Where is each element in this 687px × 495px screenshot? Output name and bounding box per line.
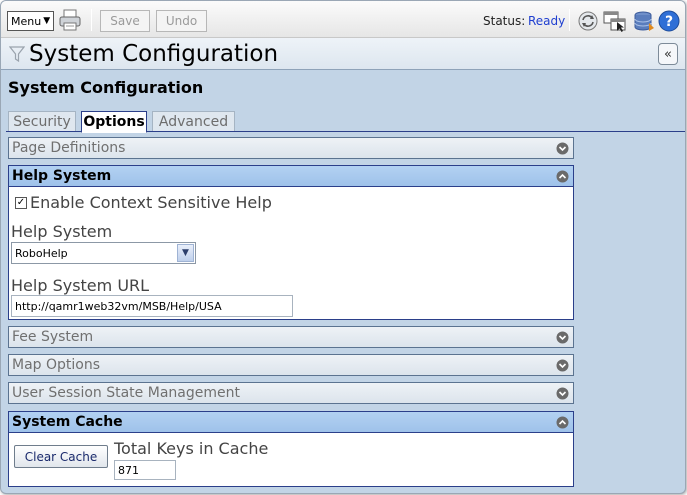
panel-header-label: System Cache bbox=[12, 414, 123, 430]
panel-header-help-system[interactable]: Help System bbox=[8, 165, 574, 187]
panel-header-label: Fee System bbox=[12, 329, 94, 345]
help-url-value: http://qamr1web32vm/MSB/Help/USA bbox=[15, 299, 222, 313]
panel-body-system-cache: Clear Cache Total Keys in Cache 871 bbox=[8, 433, 574, 487]
tab-security[interactable]: Security bbox=[8, 111, 76, 132]
section-title: System Configuration bbox=[8, 78, 204, 97]
help-system-label: Help System bbox=[11, 222, 113, 241]
expand-icon[interactable] bbox=[556, 331, 569, 344]
double-chevron-left-icon: « bbox=[664, 46, 672, 62]
toolbar-separator bbox=[569, 9, 570, 31]
window-pointer-icon[interactable] bbox=[603, 10, 629, 32]
tab-advanced[interactable]: Advanced bbox=[152, 111, 235, 132]
help-system-select-value: RoboHelp bbox=[15, 246, 68, 260]
panel-header-label: Map Options bbox=[12, 357, 101, 373]
page-title: System Configuration bbox=[29, 41, 279, 67]
clear-cache-button[interactable]: Clear Cache bbox=[14, 445, 108, 468]
total-keys-label: Total Keys in Cache bbox=[114, 439, 269, 458]
enable-context-help-checkbox[interactable]: ✓ bbox=[15, 197, 27, 209]
save-button[interactable]: Save bbox=[100, 10, 150, 32]
help-url-label: Help System URL bbox=[11, 276, 150, 295]
toolbar-separator bbox=[91, 9, 92, 31]
status-label: Status: bbox=[483, 14, 526, 28]
help-icon[interactable]: ? bbox=[658, 10, 680, 32]
collapse-icon[interactable] bbox=[556, 170, 569, 183]
panel-header-page-definitions[interactable]: Page Definitions bbox=[8, 137, 574, 159]
menu-button[interactable]: Menu ▼ bbox=[7, 11, 54, 31]
enable-context-help-label: Enable Context Sensitive Help bbox=[30, 193, 272, 212]
panel-header-map-options[interactable]: Map Options bbox=[8, 354, 574, 376]
expand-icon[interactable] bbox=[556, 142, 569, 155]
refresh-icon[interactable] bbox=[577, 10, 599, 32]
toolbar: Menu ▼ Save Undo Status: Ready ? bbox=[1, 1, 685, 38]
panel-header-fee-system[interactable]: Fee System bbox=[8, 326, 574, 348]
title-bar: System Configuration « bbox=[1, 38, 685, 70]
collapse-panel-button[interactable]: « bbox=[658, 43, 678, 65]
chevron-down-icon[interactable]: ▼ bbox=[177, 244, 194, 262]
expand-icon[interactable] bbox=[556, 387, 569, 400]
svg-text:?: ? bbox=[665, 14, 673, 30]
help-url-input[interactable]: http://qamr1web32vm/MSB/Help/USA bbox=[11, 295, 293, 317]
menu-button-label: Menu bbox=[11, 14, 42, 28]
panel-header-system-cache[interactable]: System Cache bbox=[8, 411, 574, 433]
panel-header-label: Page Definitions bbox=[12, 140, 126, 156]
expand-icon[interactable] bbox=[556, 359, 569, 372]
caret-down-icon: ▼ bbox=[43, 16, 51, 26]
panel-body-help-system: ✓ Enable Context Sensitive Help Help Sys… bbox=[8, 187, 574, 320]
total-keys-value: 871 bbox=[118, 463, 139, 477]
panel-header-user-session[interactable]: User Session State Management bbox=[8, 382, 574, 404]
undo-button[interactable]: Undo bbox=[156, 10, 207, 32]
panel-header-label: Help System bbox=[12, 168, 112, 184]
filter-icon[interactable] bbox=[9, 45, 25, 63]
database-icon[interactable] bbox=[633, 10, 655, 32]
help-system-select[interactable]: RoboHelp ▼ bbox=[11, 242, 196, 264]
application-window: Menu ▼ Save Undo Status: Ready ? System … bbox=[0, 0, 686, 494]
tab-options[interactable]: Options bbox=[81, 111, 147, 133]
collapse-icon[interactable] bbox=[556, 416, 569, 429]
printer-icon[interactable] bbox=[57, 8, 83, 32]
status-value: Ready bbox=[528, 14, 566, 28]
panel-header-label: User Session State Management bbox=[12, 385, 240, 401]
total-keys-field: 871 bbox=[114, 460, 176, 480]
